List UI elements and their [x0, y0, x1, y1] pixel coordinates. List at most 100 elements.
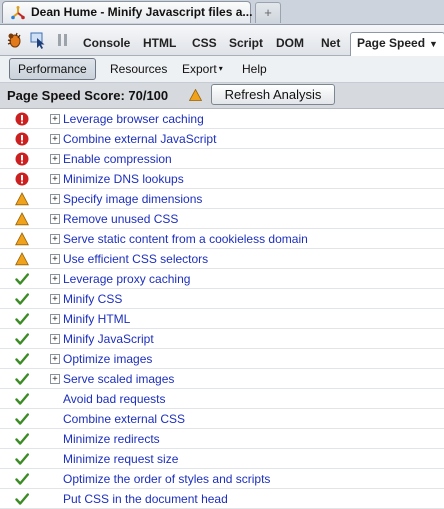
warning-icon — [15, 212, 29, 226]
tab-page-speed-label: Page Speed — [357, 36, 426, 50]
rule-label[interactable]: Serve static content from a cookieless d… — [63, 232, 308, 246]
menu-resources[interactable]: Resources — [110, 62, 167, 76]
rule-label[interactable]: Enable compression — [63, 152, 172, 166]
warning-icon — [15, 192, 29, 206]
error-icon — [15, 112, 29, 126]
rule-label[interactable]: Combine external CSS — [63, 412, 185, 426]
expand-plus-icon[interactable]: + — [50, 354, 60, 364]
refresh-analysis-button[interactable]: Refresh Analysis — [211, 84, 335, 105]
error-icon — [15, 172, 29, 186]
site-favicon-icon — [11, 6, 25, 20]
firebug-bug-icon[interactable] — [5, 31, 23, 49]
rule-row[interactable]: + Remove unused CSS — [0, 209, 444, 229]
checkmark-icon — [15, 493, 29, 505]
rule-label[interactable]: Remove unused CSS — [63, 212, 178, 226]
tab-script[interactable]: Script — [229, 36, 263, 50]
rule-label[interactable]: Minify CSS — [63, 292, 122, 306]
rule-row[interactable]: + Serve static content from a cookieless … — [0, 229, 444, 249]
score-bar: Page Speed Score: 70/100 Refresh Analysi… — [0, 83, 444, 109]
rule-row[interactable]: + Combine external JavaScript — [0, 129, 444, 149]
browser-tab-strip: Dean Hume - Minify Javascript files a...… — [0, 0, 444, 25]
menu-export-label: Export — [182, 62, 217, 76]
rule-row[interactable]: + Optimize images — [0, 349, 444, 369]
expand-plus-icon[interactable]: + — [50, 134, 60, 144]
rule-row[interactable]: + Serve scaled images — [0, 369, 444, 389]
expand-plus-icon[interactable]: + — [50, 314, 60, 324]
checkmark-icon — [15, 293, 29, 305]
tab-css[interactable]: CSS — [192, 36, 217, 50]
rule-label[interactable]: Minimize DNS lookups — [63, 172, 184, 186]
tab-page-speed[interactable]: Page Speed ▼ — [350, 32, 444, 56]
checkmark-icon — [15, 313, 29, 325]
tab-net[interactable]: Net — [321, 36, 340, 50]
rule-label[interactable]: Put CSS in the document head — [63, 492, 228, 506]
menu-export[interactable]: Export ▾ — [182, 62, 223, 76]
rule-row[interactable]: Put CSS in the document head — [0, 489, 444, 509]
expand-plus-icon[interactable]: + — [50, 154, 60, 164]
rule-row[interactable]: Optimize the order of styles and scripts — [0, 469, 444, 489]
rule-row[interactable]: Minimize request size — [0, 449, 444, 469]
pause-icon[interactable] — [57, 33, 69, 47]
tab-html[interactable]: HTML — [143, 36, 176, 50]
error-icon — [15, 132, 29, 146]
rule-label[interactable]: Use efficient CSS selectors — [63, 252, 208, 266]
rule-row[interactable]: + Use efficient CSS selectors — [0, 249, 444, 269]
menu-performance[interactable]: Performance — [9, 58, 96, 80]
checkmark-icon — [15, 333, 29, 345]
page-speed-score: Page Speed Score: 70/100 — [7, 88, 169, 103]
rule-label[interactable]: Minify HTML — [63, 312, 130, 326]
expand-plus-icon[interactable]: + — [50, 254, 60, 264]
rule-label[interactable]: Optimize images — [63, 352, 152, 366]
rule-row[interactable]: + Minify CSS — [0, 289, 444, 309]
expand-plus-icon[interactable]: + — [50, 234, 60, 244]
expand-plus-icon[interactable]: + — [50, 274, 60, 284]
checkmark-icon — [15, 273, 29, 285]
expand-plus-icon[interactable]: + — [50, 194, 60, 204]
rule-label[interactable]: Minify JavaScript — [63, 332, 154, 346]
rule-row[interactable]: + Specify image dimensions — [0, 189, 444, 209]
new-tab-button[interactable]: + — [255, 2, 281, 23]
rule-row[interactable]: + Leverage browser caching — [0, 109, 444, 129]
chevron-down-icon: ▼ — [429, 39, 438, 49]
browser-tab-title: Dean Hume - Minify Javascript files a... — [31, 5, 253, 19]
chevron-down-icon: ▾ — [218, 64, 223, 73]
expand-plus-icon[interactable]: + — [50, 114, 60, 124]
rule-row[interactable]: Minimize redirects — [0, 429, 444, 449]
inspect-element-icon[interactable] — [29, 31, 47, 49]
browser-tab[interactable]: Dean Hume - Minify Javascript files a... — [2, 1, 253, 23]
rule-label[interactable]: Combine external JavaScript — [63, 132, 216, 146]
tab-dom[interactable]: DOM — [276, 36, 304, 50]
rule-row[interactable]: + Minify HTML — [0, 309, 444, 329]
expand-plus-icon[interactable]: + — [50, 294, 60, 304]
rule-label[interactable]: Optimize the order of styles and scripts — [63, 472, 270, 486]
rule-label[interactable]: Minimize request size — [63, 452, 178, 466]
rule-row[interactable]: Combine external CSS — [0, 409, 444, 429]
rule-label[interactable]: Leverage browser caching — [63, 112, 204, 126]
warning-icon — [15, 252, 29, 266]
rule-label[interactable]: Specify image dimensions — [63, 192, 202, 206]
expand-plus-icon[interactable]: + — [50, 334, 60, 344]
rule-label[interactable]: Serve scaled images — [63, 372, 174, 386]
checkmark-icon — [15, 453, 29, 465]
rule-label[interactable]: Avoid bad requests — [63, 392, 166, 406]
rule-label[interactable]: Minimize redirects — [63, 432, 160, 446]
menu-help[interactable]: Help — [242, 62, 267, 76]
rule-label[interactable]: Leverage proxy caching — [63, 272, 190, 286]
checkmark-icon — [15, 473, 29, 485]
page-speed-menu-bar: Performance Resources Export ▾ Help — [0, 56, 444, 83]
checkmark-icon — [15, 373, 29, 385]
tab-console[interactable]: Console — [83, 36, 130, 50]
rules-list: + Leverage browser caching + Combine extern… — [0, 109, 444, 509]
warning-icon — [15, 232, 29, 246]
checkmark-icon — [15, 413, 29, 425]
rule-row[interactable]: + Leverage proxy caching — [0, 269, 444, 289]
expand-plus-icon[interactable]: + — [50, 214, 60, 224]
checkmark-icon — [15, 393, 29, 405]
error-icon — [15, 152, 29, 166]
rule-row[interactable]: + Minimize DNS lookups — [0, 169, 444, 189]
rule-row[interactable]: + Minify JavaScript — [0, 329, 444, 349]
expand-plus-icon[interactable]: + — [50, 374, 60, 384]
rule-row[interactable]: Avoid bad requests — [0, 389, 444, 409]
rule-row[interactable]: + Enable compression — [0, 149, 444, 169]
expand-plus-icon[interactable]: + — [50, 174, 60, 184]
